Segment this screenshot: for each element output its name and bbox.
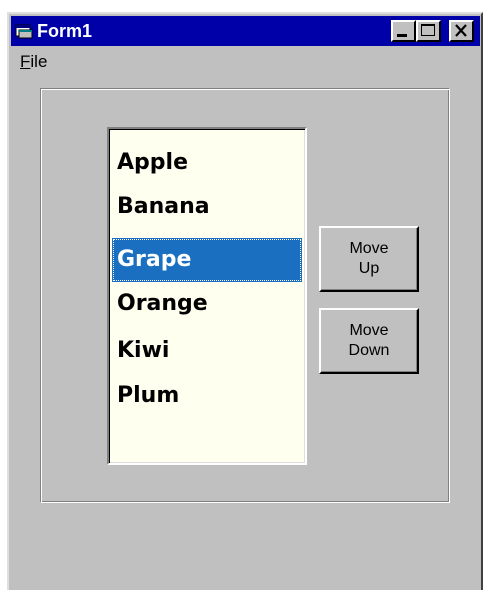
list-item[interactable]: Banana	[112, 185, 302, 229]
move-up-label-line2: Up	[358, 260, 380, 277]
menu-file-label: ile	[30, 52, 48, 71]
move-down-label-line2: Down	[348, 342, 390, 359]
window-title: Form1	[37, 21, 93, 41]
list-item[interactable]: Plum	[112, 374, 302, 418]
move-down-button[interactable]: Move Down	[319, 308, 419, 374]
menu-file[interactable]: File	[17, 52, 50, 72]
move-up-label-line1: Move	[349, 240, 389, 257]
title-bar[interactable]: Form1	[11, 16, 480, 46]
close-icon	[455, 24, 467, 37]
list-item[interactable]: Apple	[112, 141, 302, 185]
minimize-button[interactable]	[391, 20, 416, 42]
form-window-icon[interactable]	[15, 23, 33, 39]
maximize-button[interactable]	[416, 20, 441, 42]
list-item[interactable]: Kiwi	[112, 329, 302, 373]
menu-file-mnemonic: F	[20, 52, 31, 71]
move-up-button[interactable]: Move Up	[319, 226, 419, 292]
minimize-icon	[397, 34, 407, 37]
move-down-label-line1: Move	[349, 322, 389, 339]
maximize-icon	[421, 24, 435, 36]
list-item-selected[interactable]: Grape	[112, 238, 302, 282]
fruit-listbox[interactable]: Apple Banana Grape Orange Kiwi Plum	[107, 127, 307, 465]
list-item[interactable]: Orange	[112, 282, 302, 326]
close-button[interactable]	[449, 20, 474, 42]
menu-bar: File	[11, 48, 480, 76]
